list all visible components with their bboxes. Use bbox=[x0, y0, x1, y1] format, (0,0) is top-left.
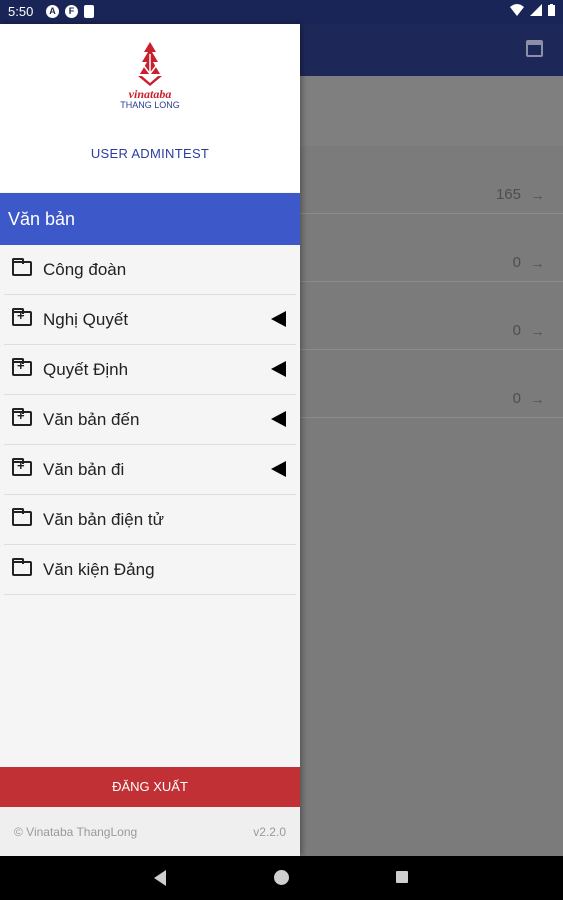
menu-list: Công đoàn Nghị Quyết Quyết Định Văn bản … bbox=[0, 245, 300, 595]
menu-item-van-kien-dang[interactable]: Văn kiện Đảng bbox=[4, 545, 296, 595]
copyright-text: © Vinataba ThangLong bbox=[14, 825, 138, 839]
arrow-right-icon: → bbox=[530, 323, 545, 340]
notification-a-icon: A bbox=[46, 5, 59, 18]
menu-item-van-ban-dien-tu[interactable]: Văn bản điện tử bbox=[4, 495, 296, 545]
battery-icon bbox=[548, 4, 555, 16]
folder-plus-icon bbox=[12, 358, 32, 376]
expand-arrow-icon[interactable] bbox=[271, 461, 286, 477]
menu-item-quyet-dinh[interactable]: Quyết Định bbox=[4, 345, 296, 395]
menu-item-label: Quyết Định bbox=[43, 360, 129, 379]
logout-button[interactable]: ĐĂNG XUẤT bbox=[0, 767, 300, 807]
app-bar bbox=[300, 24, 563, 76]
sd-card-icon bbox=[84, 5, 94, 18]
recent-apps-icon[interactable] bbox=[396, 871, 408, 883]
system-nav-bar bbox=[0, 856, 563, 900]
list-item[interactable]: 0 → bbox=[300, 214, 563, 282]
calendar-icon[interactable] bbox=[526, 40, 543, 57]
arrow-right-icon: → bbox=[530, 187, 545, 204]
folder-plus-icon bbox=[12, 408, 32, 426]
logo-sub-text: THANG LONG bbox=[120, 100, 180, 110]
list-item[interactable]: 0 → bbox=[300, 282, 563, 350]
notification-icons: A F bbox=[46, 5, 94, 18]
dashboard-list: 165 → 0 → 0 → 0 → bbox=[300, 76, 563, 856]
logo-emblem-icon bbox=[138, 42, 162, 86]
expand-arrow-icon[interactable] bbox=[271, 411, 286, 427]
expand-arrow-icon[interactable] bbox=[271, 311, 286, 327]
count-value: 0 bbox=[512, 390, 521, 407]
count-value: 0 bbox=[512, 322, 521, 339]
folder-plus-icon bbox=[12, 458, 32, 476]
wifi-icon bbox=[510, 4, 524, 16]
version-text: v2.2.0 bbox=[253, 825, 286, 839]
arrow-right-icon: → bbox=[530, 391, 545, 408]
drawer-header: vinataba THANG LONG USER ADMINTEST bbox=[0, 24, 300, 192]
signal-icon bbox=[530, 4, 542, 16]
home-icon[interactable] bbox=[274, 870, 289, 885]
menu-item-label: Văn bản đi bbox=[43, 460, 125, 479]
user-name: USER ADMINTEST bbox=[90, 146, 210, 161]
menu-item-label: Văn bản điện tử bbox=[43, 510, 165, 529]
menu-item-label: Công đoàn bbox=[43, 260, 127, 279]
menu-item-cong-doan[interactable]: Công đoàn bbox=[4, 245, 296, 295]
count-value: 0 bbox=[512, 254, 521, 271]
folder-plus-icon bbox=[12, 308, 32, 326]
expand-arrow-icon[interactable] bbox=[271, 361, 286, 377]
folder-icon bbox=[12, 558, 32, 576]
vinataba-logo: vinataba THANG LONG bbox=[110, 42, 190, 110]
arrow-right-icon: → bbox=[530, 255, 545, 272]
count-value: 165 bbox=[495, 186, 521, 203]
menu-item-van-ban-den[interactable]: Văn bản đến bbox=[4, 395, 296, 445]
dashboard-header bbox=[300, 76, 563, 146]
drawer-footer: © Vinataba ThangLong v2.2.0 bbox=[0, 807, 300, 856]
menu-item-van-ban-di[interactable]: Văn bản đi bbox=[4, 445, 296, 495]
menu-item-nghi-quyet[interactable]: Nghị Quyết bbox=[4, 295, 296, 345]
system-icons bbox=[510, 4, 555, 16]
list-item[interactable]: 0 → bbox=[300, 350, 563, 418]
status-bar: 5:50 A F bbox=[0, 0, 563, 24]
logo-brand-text: vinataba bbox=[128, 87, 172, 101]
section-header: Văn bản bbox=[0, 193, 300, 245]
menu-item-label: Nghị Quyết bbox=[43, 310, 129, 329]
status-time: 5:50 bbox=[8, 4, 34, 19]
menu-item-label: Văn kiện Đảng bbox=[43, 560, 155, 579]
folder-icon bbox=[12, 258, 32, 276]
list-item[interactable]: 165 → bbox=[300, 146, 563, 214]
folder-icon bbox=[12, 508, 32, 526]
notification-f-icon: F bbox=[65, 5, 78, 18]
navigation-drawer: vinataba THANG LONG USER ADMINTEST Văn b… bbox=[0, 24, 300, 856]
menu-item-label: Văn bản đến bbox=[43, 410, 140, 429]
back-icon[interactable] bbox=[154, 870, 166, 886]
